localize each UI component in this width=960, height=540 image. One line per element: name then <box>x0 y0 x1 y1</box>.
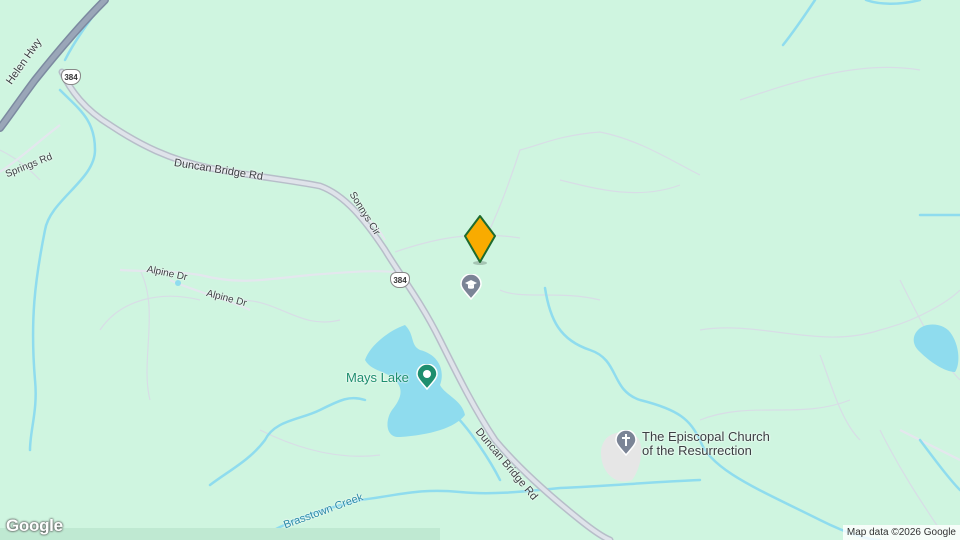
map-canvas[interactable]: Helen Hwy Springs Rd Duncan Bridge Rd So… <box>0 0 960 540</box>
mays-lake-label[interactable]: Mays Lake <box>346 370 409 385</box>
church-label-line1: The Episcopal Church <box>642 429 770 444</box>
route-384-shield-middle: 384 <box>390 272 410 288</box>
church-label-line2: of the Resurrection <box>642 443 752 458</box>
map-base-layer <box>0 0 960 540</box>
school-graduation-cap-icon[interactable] <box>460 274 482 300</box>
park-pin-icon[interactable] <box>416 364 438 390</box>
map-attribution[interactable]: Map data ©2026 Google <box>842 525 960 540</box>
google-logo[interactable]: Google <box>6 516 63 536</box>
church-cross-icon[interactable] <box>615 430 637 456</box>
route-384-shield-north: 384 <box>61 69 81 85</box>
selected-location-marker-icon[interactable] <box>462 214 498 266</box>
church-label[interactable]: The Episcopal Church of the Resurrection <box>642 430 770 458</box>
